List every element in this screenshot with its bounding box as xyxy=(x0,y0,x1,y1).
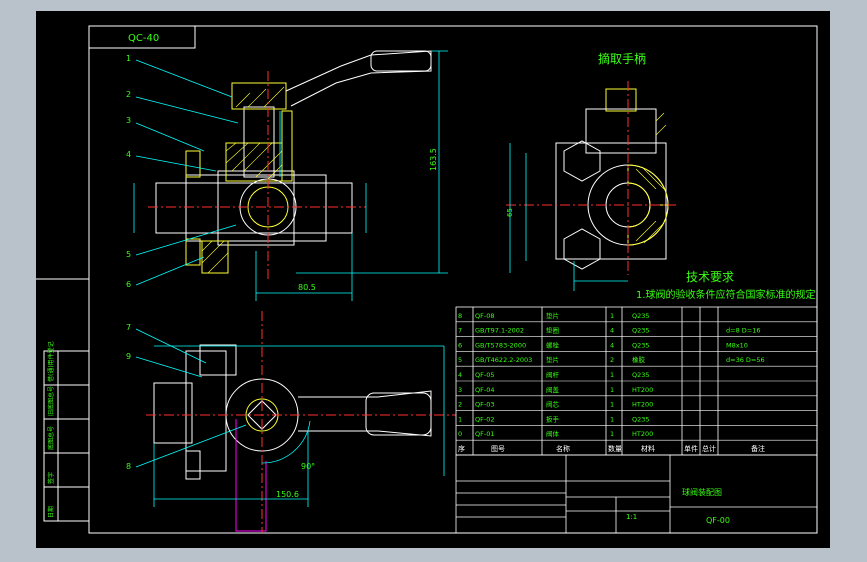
bom-cell-no: 4 xyxy=(458,371,462,379)
strip-label: 底图总号 xyxy=(47,426,55,450)
bom-cell-material: Q235 xyxy=(632,371,650,379)
bom-cell-note: M8x10 xyxy=(726,341,748,349)
side-view xyxy=(555,88,669,270)
bom-cell-name: 阀杆 xyxy=(546,370,560,379)
bom-cell-no: 0 xyxy=(458,430,462,438)
bom-header-cell: 图号 xyxy=(491,445,505,453)
bom-cell-name: 阀盖 xyxy=(546,385,560,394)
bom-cell-name: 垫圈 xyxy=(546,326,559,335)
leader-5: 5 xyxy=(126,250,131,259)
title-drawing-no: QF-00 xyxy=(706,516,730,525)
leader-6: 6 xyxy=(126,280,131,289)
bom-cell-qty: 1 xyxy=(610,401,614,409)
drawing-canvas: 借(通)用件登记 旧底图总号 底图总号 签字 日期 QC-40 80.5 163… xyxy=(36,11,830,548)
bom-cell-no: 6 xyxy=(458,341,462,349)
dim-angle: 90° xyxy=(301,462,315,471)
bom-cell-name: 垫片 xyxy=(546,355,559,364)
dim-right-height: 163.5 xyxy=(429,148,438,171)
bom-cell-code: QF-01 xyxy=(475,430,494,438)
bom-cell-material: Q235 xyxy=(632,341,650,349)
bom-cell-material: 橡胶 xyxy=(632,355,646,364)
bom-cell-no: 2 xyxy=(458,401,462,409)
strip-label: 签字 xyxy=(47,472,55,484)
bom-header-cell: 序 xyxy=(458,444,465,453)
title-part-name: 球阀装配图 xyxy=(682,487,722,497)
bom-cell-no: 8 xyxy=(458,312,462,320)
leader-8: 8 xyxy=(126,462,131,471)
bom-cell-name: 扳手 xyxy=(546,414,560,423)
bom-cell-qty: 2 xyxy=(610,356,614,364)
dim-side-height: 65 xyxy=(506,208,514,217)
bom-cell-material: HT200 xyxy=(632,386,653,394)
strip-label: 旧底图总号 xyxy=(47,386,55,416)
bom-cell-material: HT200 xyxy=(632,401,653,409)
bom-cell-qty: 4 xyxy=(610,327,614,335)
leader-3: 3 xyxy=(126,116,131,125)
front-view xyxy=(155,50,432,274)
cad-drawing: 借(通)用件登记旧底图总号底图总号签字日期 QC-40 80.5 163.5 1… xyxy=(36,25,818,534)
view-title: 摘取手柄 xyxy=(598,51,646,66)
bom-cell-qty: 1 xyxy=(610,430,614,438)
bom-cell-code: GB/T4622.2-2003 xyxy=(475,356,532,364)
leader-9: 9 xyxy=(126,352,131,361)
bom-cell-material: Q235 xyxy=(632,415,650,423)
leader-7: 7 xyxy=(126,323,131,332)
leader-4: 4 xyxy=(126,150,131,159)
bom-cell-name: 阀体 xyxy=(546,429,560,438)
bom-cell-note: d=8 D=16 xyxy=(726,327,761,335)
bom-cell-material: Q235 xyxy=(632,327,650,335)
bom-cell-code: QF-05 xyxy=(475,371,494,379)
bom-header-cell: 总计 xyxy=(702,444,716,453)
bom-cell-qty: 1 xyxy=(610,386,614,394)
dim-top-length: 80.5 xyxy=(298,283,316,292)
bom-cell-code: QF-03 xyxy=(475,401,494,409)
bom-header-cell: 备注 xyxy=(751,444,765,453)
dim-bottom-length: 150.6 xyxy=(276,490,299,499)
bom-cell-code: GB/T97.1-2002 xyxy=(475,327,524,335)
tech-note: 1.球阀的验收条件应符合国家标准的规定 xyxy=(636,288,816,301)
code-box-text: QC-40 xyxy=(128,33,159,44)
bom-cell-material: HT200 xyxy=(632,430,653,438)
bom-header-cell: 数量 xyxy=(608,444,622,453)
bom-cell-name: 阀芯 xyxy=(546,400,560,409)
bom-cell-qty: 1 xyxy=(610,312,614,320)
bom-cell-code: QF-04 xyxy=(475,386,494,394)
bom-cell-no: 5 xyxy=(458,356,462,364)
bom-cell-no: 1 xyxy=(458,415,462,423)
bom-cell-qty: 4 xyxy=(610,341,614,349)
bom-cell-name: 垫片 xyxy=(546,311,559,320)
bom-header-cell: 名称 xyxy=(556,444,570,453)
bom-header-cell: 材料 xyxy=(641,444,655,453)
title-block xyxy=(455,454,818,534)
bom-cell-no: 3 xyxy=(458,386,462,394)
strip-label: 日期 xyxy=(47,506,55,518)
bom-cell-code: QF-02 xyxy=(475,415,494,423)
bom-cell-code: GB/T5783-2000 xyxy=(475,341,526,349)
strip-label: 借(通)用件登记 xyxy=(47,341,55,382)
bom-rows: 8 QF-08 垫片 1 Q235 7 GB/T97.1-2002 垫圈 4 Q235 d=8 D=… xyxy=(456,311,817,453)
bom-cell-material: Q235 xyxy=(632,312,650,320)
bom-cell-qty: 1 xyxy=(610,371,614,379)
bom-cell-name: 螺栓 xyxy=(546,340,560,349)
top-view xyxy=(153,344,432,480)
bom-cell-code: QF-08 xyxy=(475,312,494,320)
leader-1: 1 xyxy=(126,54,131,63)
bom-cell-no: 7 xyxy=(458,327,462,335)
tech-title: 技术要求 xyxy=(686,270,734,284)
leader-2: 2 xyxy=(126,90,131,99)
title-scale: 1:1 xyxy=(626,513,637,521)
bom-cell-qty: 1 xyxy=(610,415,614,423)
bom-cell-note: d=36 D=56 xyxy=(726,356,765,364)
bom-header-cell: 单件 xyxy=(684,444,698,453)
